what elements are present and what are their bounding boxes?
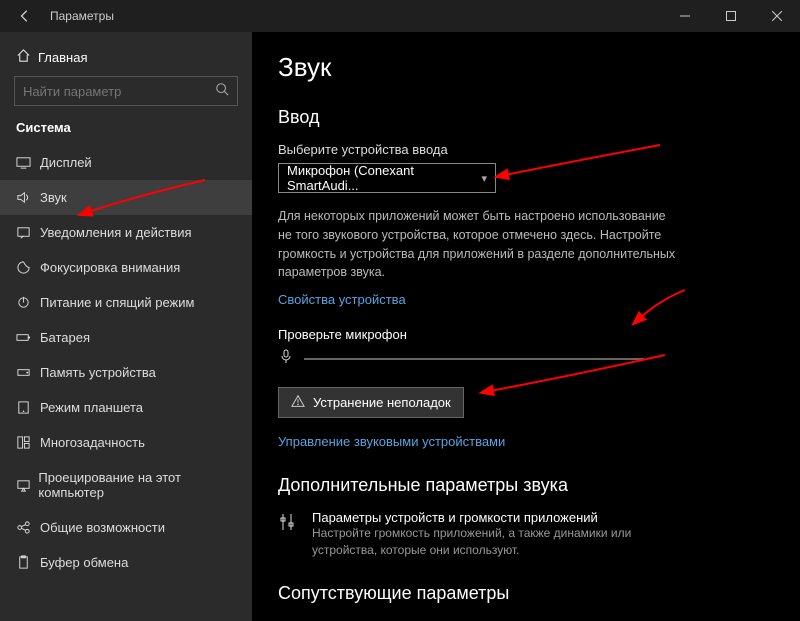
sidebar-item-battery[interactable]: Батарея <box>0 320 252 355</box>
sidebar-item-power[interactable]: Питание и спящий режим <box>0 285 252 320</box>
sidebar-item-label: Уведомления и действия <box>40 225 192 240</box>
sidebar-item-label: Общие возможности <box>40 520 165 535</box>
sidebar-item-label: Фокусировка внимания <box>40 260 180 275</box>
input-device-value: Микрофон (Conexant SmartAudi... <box>287 163 481 193</box>
window-title: Параметры <box>50 9 114 23</box>
sidebar-item-focus[interactable]: Фокусировка внимания <box>0 250 252 285</box>
input-section-title: Ввод <box>278 107 774 128</box>
sidebar-item-sound[interactable]: Звук <box>0 180 252 215</box>
tablet-icon <box>16 400 40 415</box>
app-volume-title: Параметры устройств и громкости приложен… <box>312 510 632 525</box>
input-device-label: Выберите устройства ввода <box>278 142 774 157</box>
input-help-text: Для некоторых приложений может быть наст… <box>278 207 678 282</box>
search-input[interactable] <box>23 84 215 99</box>
input-device-select[interactable]: Микрофон (Conexant SmartAudi... ▾ <box>278 163 496 193</box>
focus-icon <box>16 260 40 275</box>
sidebar-item-label: Звук <box>40 190 67 205</box>
sidebar-item-label: Режим планшета <box>40 400 143 415</box>
search-input-wrapper[interactable] <box>14 76 238 106</box>
warning-icon <box>291 394 305 411</box>
app-volume-desc: Настройте громкость приложений, а также … <box>312 525 632 559</box>
app-volume-item[interactable]: Параметры устройств и громкости приложен… <box>278 510 774 559</box>
related-section-title: Сопутствующие параметры <box>278 583 774 604</box>
titlebar: Параметры <box>0 0 800 32</box>
back-button[interactable] <box>12 9 44 23</box>
maximize-button[interactable] <box>708 0 754 32</box>
home-icon <box>16 48 38 66</box>
sidebar-item-shared[interactable]: Общие возможности <box>0 510 252 545</box>
sound-icon <box>16 190 40 205</box>
mic-level-bar <box>304 358 644 360</box>
sidebar-item-storage[interactable]: Память устройства <box>0 355 252 390</box>
sidebar-item-label: Питание и спящий режим <box>40 295 194 310</box>
manage-devices-link[interactable]: Управление звуковыми устройствами <box>278 434 505 449</box>
close-button[interactable] <box>754 0 800 32</box>
sidebar-item-label: Проецирование на этот компьютер <box>38 470 236 500</box>
sidebar: Главная Система Дисплей Звук <box>0 32 252 621</box>
troubleshoot-label: Устранение неполадок <box>313 395 451 410</box>
minimize-button[interactable] <box>662 0 708 32</box>
sidebar-item-label: Многозадачность <box>40 435 145 450</box>
shared-icon <box>16 520 40 535</box>
search-icon <box>215 82 229 101</box>
chevron-down-icon: ▾ <box>481 172 487 185</box>
sidebar-home[interactable]: Главная <box>0 42 252 76</box>
projecting-icon <box>16 478 38 493</box>
mic-test-label: Проверьте микрофон <box>278 327 774 342</box>
multitask-icon <box>16 435 40 450</box>
sidebar-section-label: Система <box>0 120 252 145</box>
content-area: Звук Ввод Выберите устройства ввода Микр… <box>252 32 800 621</box>
troubleshoot-button[interactable]: Устранение неполадок <box>278 387 464 418</box>
sidebar-item-display[interactable]: Дисплей <box>0 145 252 180</box>
sidebar-home-label: Главная <box>38 50 87 65</box>
sidebar-item-multitask[interactable]: Многозадачность <box>0 425 252 460</box>
sidebar-item-projecting[interactable]: Проецирование на этот компьютер <box>0 460 252 510</box>
sidebar-item-label: Память устройства <box>40 365 156 380</box>
sidebar-item-label: Дисплей <box>40 155 92 170</box>
sidebar-item-label: Батарея <box>40 330 90 345</box>
advanced-section-title: Дополнительные параметры звука <box>278 475 774 496</box>
sidebar-item-clipboard[interactable]: Буфер обмена <box>0 545 252 580</box>
sidebar-item-tablet[interactable]: Режим планшета <box>0 390 252 425</box>
power-icon <box>16 295 40 310</box>
battery-icon <box>16 330 40 345</box>
microphone-icon <box>278 348 294 369</box>
page-title: Звук <box>278 52 774 83</box>
sliders-icon <box>278 510 300 559</box>
storage-icon <box>16 365 40 380</box>
sidebar-item-notifications[interactable]: Уведомления и действия <box>0 215 252 250</box>
device-properties-link[interactable]: Свойства устройства <box>278 292 406 307</box>
sidebar-item-label: Буфер обмена <box>40 555 128 570</box>
notifications-icon <box>16 225 40 240</box>
clipboard-icon <box>16 555 40 570</box>
display-icon <box>16 155 40 170</box>
